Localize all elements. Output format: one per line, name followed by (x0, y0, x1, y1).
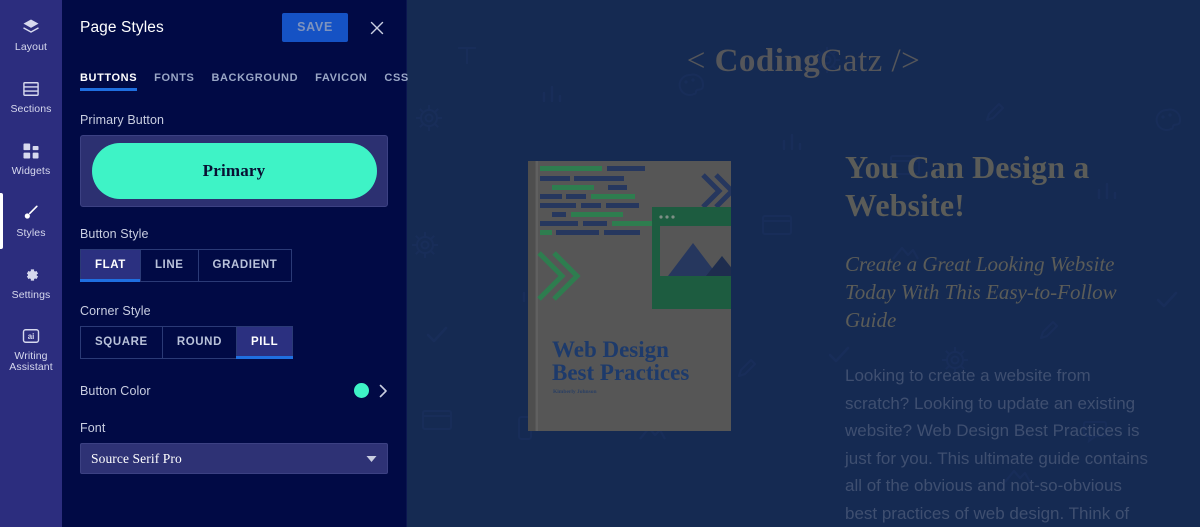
primary-button-preview: Primary (80, 135, 388, 207)
corner-style-section: Corner Style SQUARE ROUND PILL (80, 304, 388, 359)
corner-style-label: Corner Style (80, 304, 151, 318)
button-color-swatch[interactable] (354, 383, 369, 398)
sidebar-item-label: Settings (11, 289, 51, 301)
sidebar-item-label: Layout (14, 41, 48, 53)
panel-header: Page Styles SAVE (80, 0, 388, 47)
sidebar-item-label: Writing Assistant (9, 349, 53, 373)
button-style-section: Button Style FLAT LINE GRADIENT (80, 227, 388, 282)
chevron-right-icon[interactable] (379, 384, 388, 398)
sidebar-item-label: Styles (16, 227, 46, 239)
font-label: Font (80, 421, 106, 435)
sidebar-item-settings[interactable]: Settings (0, 252, 62, 314)
sidebar-item-layout[interactable]: Layout (0, 4, 62, 66)
primary-button-label: Primary Button (80, 113, 165, 127)
logo-bold-part: Coding (714, 43, 821, 79)
gear-icon (21, 265, 41, 285)
button-color-label: Button Color (80, 383, 151, 398)
logo-regular-part: Catz (820, 43, 883, 79)
site-preview: < CodingCatz /> Web Design Best Practice… (407, 0, 1200, 527)
ai-badge-icon: ai (21, 326, 41, 346)
hero-copy: You Can Design a Website! Create a Great… (845, 148, 1160, 527)
svg-text:ai: ai (28, 331, 35, 340)
button-style-label: Button Style (80, 227, 149, 241)
book-title-line2: Best Practices (552, 360, 689, 385)
widgets-grid-icon (21, 141, 41, 161)
button-color-section: Button Color (80, 383, 388, 398)
paintbrush-icon (21, 203, 41, 223)
book-cover-image: Web Design Best Practices Kimberly Johns… (528, 161, 731, 431)
corner-style-pill[interactable]: PILL (235, 326, 294, 359)
sidebar-item-writing-assistant[interactable]: ai Writing Assistant (0, 314, 62, 384)
button-style-line[interactable]: LINE (139, 249, 198, 282)
sidebar-item-label: Widgets (11, 165, 51, 177)
sidebar-item-label: Sections (10, 103, 52, 115)
app-root: Layout Sections Widgets Styles Settings … (0, 0, 1200, 527)
sidebar-item-sections[interactable]: Sections (0, 66, 62, 128)
primary-button-sample[interactable]: Primary (91, 143, 377, 199)
book-title-line1: Web Design (552, 337, 669, 362)
sidebar-item-widgets[interactable]: Widgets (0, 128, 62, 190)
hero-subheadline: Create a Great Looking Website Today Wit… (845, 252, 1117, 332)
primary-button-section: Primary Button Primary (80, 113, 388, 207)
save-button[interactable]: SAVE (282, 13, 348, 42)
chevron-down-icon (366, 450, 377, 468)
sections-icon (21, 79, 41, 99)
tab-background[interactable]: BACKGROUND (211, 72, 298, 91)
primary-nav-rail: Layout Sections Widgets Styles Settings … (0, 0, 62, 527)
site-logo: < CodingCatz /> (407, 43, 1200, 80)
book-author: Kimberly Johnson (553, 389, 597, 395)
button-style-options: FLAT LINE GRADIENT (80, 249, 388, 282)
page-title: Page Styles (80, 18, 164, 36)
corner-style-square[interactable]: SQUARE (80, 326, 162, 359)
tab-buttons[interactable]: BUTTONS (80, 72, 138, 91)
close-icon[interactable] (366, 17, 388, 39)
logo-open-bracket: < (686, 43, 706, 79)
sidebar-item-styles[interactable]: Styles (0, 190, 62, 252)
button-style-gradient[interactable]: GRADIENT (197, 249, 293, 282)
logo-close-bracket: /> (891, 43, 921, 79)
tab-favicon[interactable]: FAVICON (315, 72, 367, 91)
panel-tabs: BUTTONS FONTS BACKGROUND FAVICON CSS (80, 65, 408, 91)
corner-style-round[interactable]: ROUND (161, 326, 236, 359)
cover-browser-window (652, 207, 731, 309)
button-style-flat[interactable]: FLAT (80, 249, 141, 282)
page-styles-panel: Page Styles SAVE BUTTONS FONTS BACKGROUN… (62, 0, 408, 527)
font-section: Font Source Serif Pro (80, 421, 388, 474)
tab-css[interactable]: CSS (384, 72, 408, 91)
corner-style-options: SQUARE ROUND PILL (80, 326, 388, 359)
hero-body-text: Looking to create a website from scratch… (845, 366, 1149, 523)
font-select-value: Source Serif Pro (91, 450, 182, 466)
font-select[interactable]: Source Serif Pro (80, 443, 388, 474)
layers-icon (21, 17, 41, 37)
tab-fonts[interactable]: FONTS (154, 72, 194, 91)
hero-headline: You Can Design a Website! (845, 149, 1090, 223)
